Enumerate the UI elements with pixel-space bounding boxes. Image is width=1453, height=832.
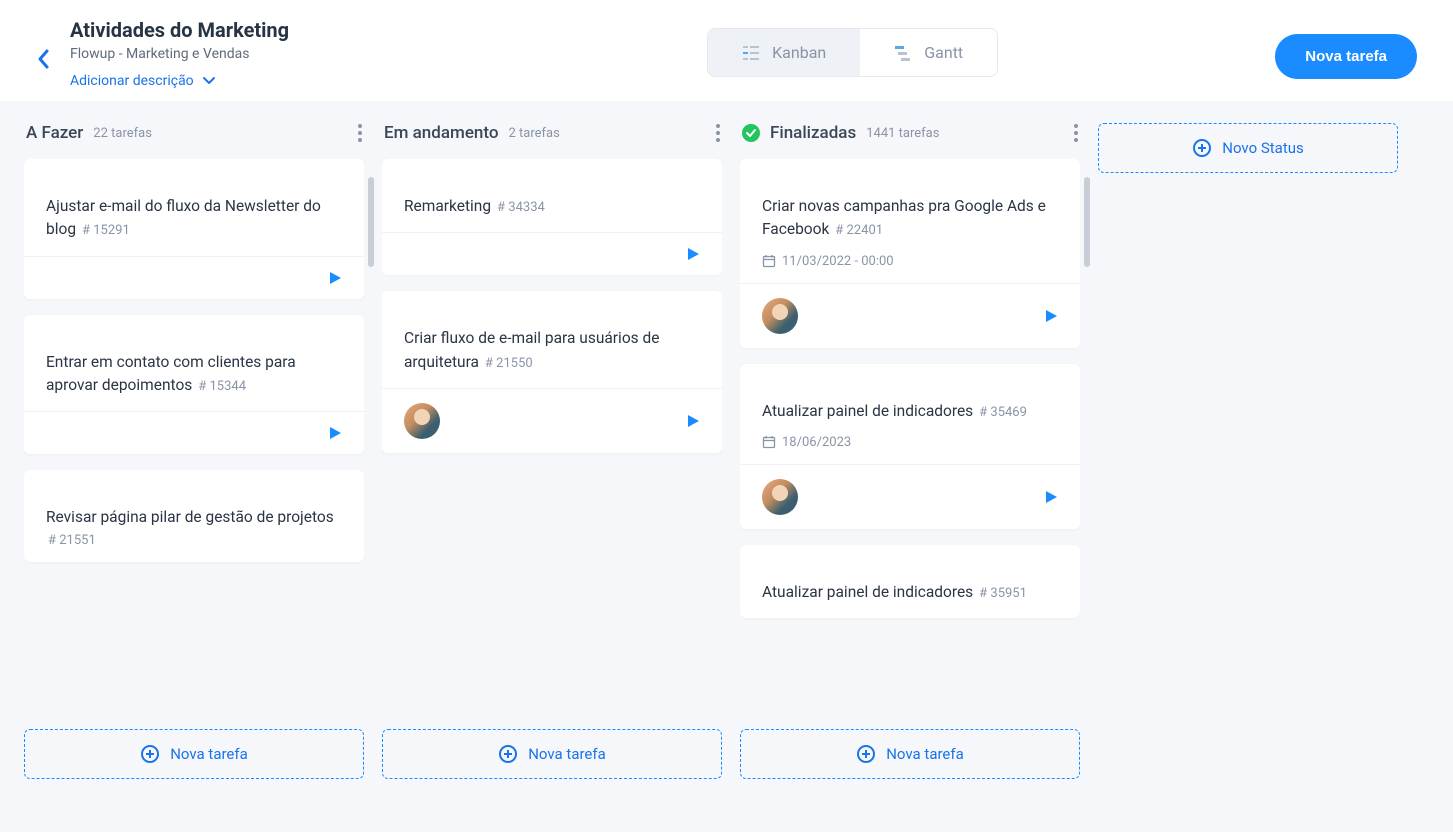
column-title: Em andamento	[384, 123, 499, 143]
page-header: Atividades do Marketing Flowup - Marketi…	[0, 0, 1453, 101]
task-id: # 34334	[497, 200, 545, 215]
task-id: # 35951	[979, 586, 1027, 601]
tab-kanban-label: Kanban	[772, 43, 826, 62]
column-em-andamento: Em andamento 2 tarefas Remarketing # 343…	[382, 123, 722, 779]
tab-kanban[interactable]: Kanban	[708, 29, 860, 76]
column-count: 2 tarefas	[509, 126, 560, 141]
task-card[interactable]: Entrar em contato com clientes para apro…	[24, 315, 364, 455]
new-task-button[interactable]: Nova tarefa	[1275, 34, 1417, 79]
play-button[interactable]	[686, 247, 700, 261]
task-title: Remarketing	[404, 197, 491, 215]
column-title: A Fazer	[26, 123, 83, 143]
column-menu-button[interactable]	[358, 124, 362, 142]
column-menu-button[interactable]	[716, 124, 720, 142]
add-task-button[interactable]: Nova tarefa	[24, 729, 364, 779]
breadcrumb: Flowup - Marketing e Vendas	[70, 46, 430, 62]
play-button[interactable]	[328, 426, 342, 440]
dots-vertical-icon	[358, 124, 362, 142]
task-title: Revisar página pilar de gestão de projet…	[46, 508, 334, 526]
add-status-button[interactable]: Novo Status	[1098, 123, 1398, 173]
play-button[interactable]	[686, 414, 700, 428]
task-title: Entrar em contato com clientes para apro…	[46, 353, 296, 394]
task-card[interactable]: Remarketing # 34334	[382, 159, 722, 275]
task-card[interactable]: Criar fluxo de e-mail para usuários de a…	[382, 291, 722, 453]
task-title: Atualizar painel de indicadores	[762, 402, 973, 420]
task-title: Criar novas campanhas pra Google Ads e F…	[762, 197, 1046, 238]
play-icon	[1044, 309, 1058, 323]
play-icon	[686, 247, 700, 261]
task-id: # 21551	[48, 533, 96, 548]
tab-gantt-label: Gantt	[924, 43, 963, 62]
add-task-label: Nova tarefa	[528, 745, 606, 763]
add-task-label: Nova tarefa	[170, 745, 248, 763]
gantt-icon	[894, 44, 912, 62]
task-id: # 21550	[485, 356, 533, 371]
task-id: # 35469	[979, 405, 1027, 420]
task-card[interactable]: Criar novas campanhas pra Google Ads e F…	[740, 159, 1080, 348]
back-button[interactable]	[36, 48, 50, 70]
add-description-label: Adicionar descrição	[70, 73, 194, 89]
column-count: 22 tarefas	[93, 126, 152, 141]
play-icon	[686, 414, 700, 428]
task-id: # 15291	[82, 223, 130, 238]
plus-circle-icon	[856, 744, 876, 764]
calendar-icon	[762, 254, 776, 268]
play-icon	[328, 426, 342, 440]
task-date: 11/03/2022 - 00:00	[782, 254, 894, 269]
avatar	[762, 298, 798, 334]
task-card[interactable]: Atualizar painel de indicadores # 35951	[740, 545, 1080, 618]
add-status-label: Novo Status	[1222, 139, 1303, 157]
task-title: Atualizar painel de indicadores	[762, 583, 973, 601]
add-task-label: Nova tarefa	[886, 745, 964, 763]
play-icon	[328, 271, 342, 285]
view-switcher: Kanban Gantt	[707, 28, 998, 77]
scrollbar-thumb[interactable]	[368, 177, 374, 267]
add-description-link[interactable]: Adicionar descrição	[70, 73, 216, 89]
kanban-board: A Fazer 22 tarefas Ajustar e-mail do flu…	[0, 101, 1453, 801]
scrollbar-thumb[interactable]	[1084, 177, 1090, 267]
plus-circle-icon	[498, 744, 518, 764]
check-circle-icon	[742, 124, 760, 142]
page-title: Atividades do Marketing	[70, 18, 430, 42]
task-card[interactable]: Atualizar painel de indicadores # 35469 …	[740, 364, 1080, 529]
play-button[interactable]	[1044, 309, 1058, 323]
column-a-fazer: A Fazer 22 tarefas Ajustar e-mail do flu…	[24, 123, 364, 779]
chevron-down-icon	[202, 76, 216, 86]
avatar	[762, 479, 798, 515]
kanban-icon	[742, 44, 760, 62]
task-id: # 22401	[835, 223, 883, 238]
play-icon	[1044, 490, 1058, 504]
task-id: # 15344	[198, 379, 246, 394]
dots-vertical-icon	[1074, 124, 1078, 142]
play-button[interactable]	[1044, 490, 1058, 504]
column-finalizadas: Finalizadas 1441 tarefas Criar novas cam…	[740, 123, 1080, 779]
column-count: 1441 tarefas	[866, 126, 939, 141]
task-card[interactable]: Revisar página pilar de gestão de projet…	[24, 470, 364, 562]
avatar	[404, 403, 440, 439]
task-card[interactable]: Ajustar e-mail do fluxo da Newsletter do…	[24, 159, 364, 299]
dots-vertical-icon	[716, 124, 720, 142]
add-task-button[interactable]: Nova tarefa	[382, 729, 722, 779]
column-menu-button[interactable]	[1074, 124, 1078, 142]
play-button[interactable]	[328, 271, 342, 285]
plus-circle-icon	[140, 744, 160, 764]
calendar-icon	[762, 435, 776, 449]
task-date: 18/06/2023	[782, 435, 851, 450]
column-title: Finalizadas	[770, 123, 856, 143]
plus-circle-icon	[1192, 138, 1212, 158]
add-task-button[interactable]: Nova tarefa	[740, 729, 1080, 779]
tab-gantt[interactable]: Gantt	[860, 29, 997, 76]
chevron-left-icon	[36, 48, 50, 70]
